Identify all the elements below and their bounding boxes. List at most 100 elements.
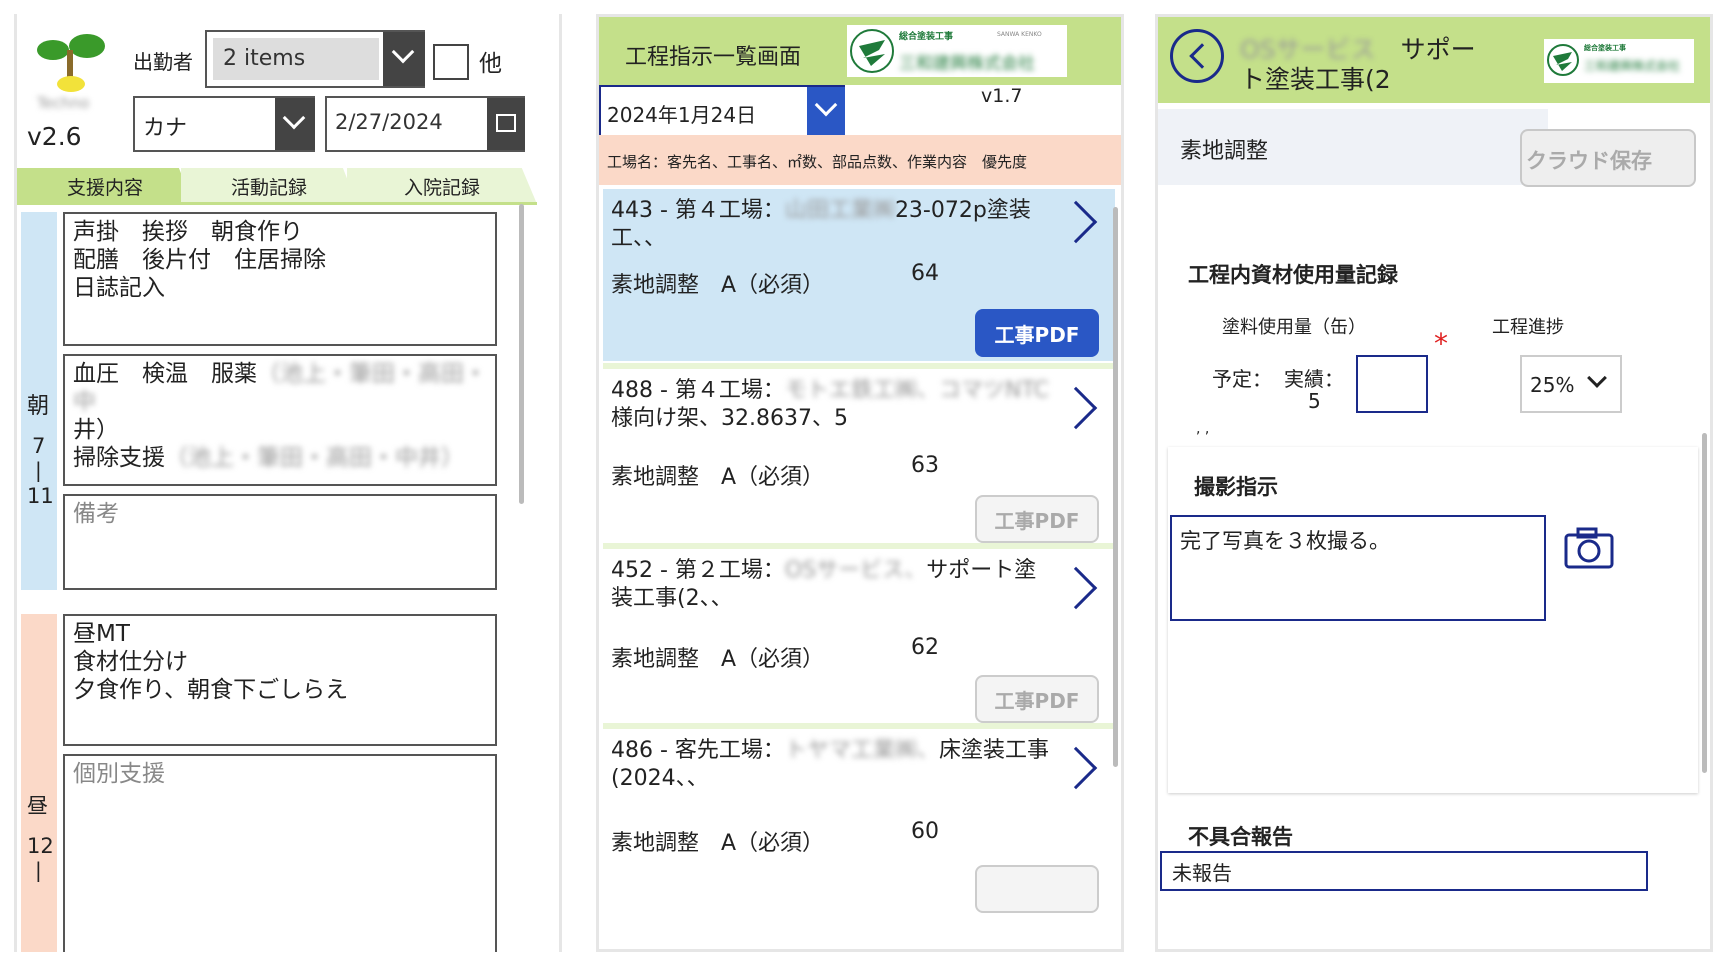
morning-sep: | xyxy=(35,458,42,482)
item-priority: 62 xyxy=(911,635,939,660)
attendee-dropdown-button[interactable] xyxy=(383,32,425,86)
kana-dropdown-button[interactable] xyxy=(275,98,315,150)
scrollbar[interactable] xyxy=(1702,433,1707,773)
date-dropdown-button[interactable] xyxy=(807,87,845,135)
noon-tasks-box[interactable]: 昼MT 食材仕分け 夕食作り、朝食下ごしらえ xyxy=(63,614,497,746)
scrollbar[interactable] xyxy=(519,204,524,504)
task-label: 素地調整 xyxy=(1180,139,1269,164)
paint-usage-label: 塗料使用量（缶） xyxy=(1222,317,1366,338)
app-version: v2.6 xyxy=(27,122,82,151)
actual-usage-input[interactable] xyxy=(1356,355,1428,413)
item-title: 488 - 第４工場： xyxy=(611,378,785,403)
chevron-right-icon[interactable] xyxy=(1054,386,1098,430)
company-en: SANWA KENKO xyxy=(997,31,1042,38)
pdf-button[interactable] xyxy=(975,865,1099,913)
text-line: 配膳 後片付 住居掃除 xyxy=(73,247,326,273)
chevron-down-icon xyxy=(282,106,306,130)
date-value: 2024年1月24日 xyxy=(607,103,757,127)
cloud-save-button[interactable]: クラウド保存 xyxy=(1520,129,1696,187)
progress-label: 工程進捗 xyxy=(1492,317,1564,338)
detail-title: OSサービス サポー ト塗装工事(2 xyxy=(1240,35,1490,95)
photo-card: 撮影指示 完了写真を３枚撮る。 xyxy=(1168,447,1698,793)
scrollbar[interactable] xyxy=(1113,207,1118,767)
tab-activity-record[interactable]: 活動記録 xyxy=(181,168,357,204)
title-line-1: サポー xyxy=(1400,35,1476,64)
app-logo: Techno xyxy=(31,24,111,112)
list-item[interactable]: 452 - 第２工場：OSサービス、サポート塗装工事(2、、 素地調整 A（必須… xyxy=(603,549,1115,723)
redacted-client: OSサービス、 xyxy=(784,558,927,583)
date-picker[interactable]: 2/27/2024 xyxy=(325,96,525,152)
item-title: 443 - 第４工場： xyxy=(611,198,785,223)
morning-notes-input[interactable]: 備考 xyxy=(63,494,497,590)
item-task: 素地調整 A（必須） xyxy=(611,273,825,298)
tab-underline xyxy=(17,202,537,205)
attendee-label: 出勤者 xyxy=(133,50,193,74)
pdf-button[interactable]: 工事PDF xyxy=(975,495,1099,543)
morning-health-box[interactable]: 血圧 検温 服薬（池上・筆田・高田・中 井） 掃除支援（池上・筆田・高田・中井） xyxy=(63,354,497,486)
chevron-left-icon xyxy=(1189,43,1215,69)
text-line: 食材仕分け xyxy=(73,649,188,675)
individual-support-input[interactable]: 個別支援 xyxy=(63,754,497,952)
item-title: 452 - 第２工場： xyxy=(611,558,785,583)
noon-label: 昼 xyxy=(27,794,48,818)
morning-label: 朝 xyxy=(27,394,50,419)
notes-placeholder: 備考 xyxy=(73,501,119,527)
tab-support-content[interactable]: 支援内容 xyxy=(17,168,193,204)
columns-text: 工場名：客先名、工事名、㎡数、部品点数、作業内容 優先度 xyxy=(607,153,1028,171)
kana-select[interactable]: カナ xyxy=(133,96,315,152)
chevron-right-icon[interactable] xyxy=(1054,566,1098,610)
noon-start: 12 xyxy=(27,834,54,858)
item-task: 素地調整 A（必須） xyxy=(611,465,825,490)
calendar-icon xyxy=(496,114,516,132)
text-line: 昼MT xyxy=(73,621,130,647)
pdf-button[interactable]: 工事PDF xyxy=(975,309,1099,357)
company-name: 三和建興株式会社 xyxy=(1584,59,1681,73)
actual-label: 実績： xyxy=(1284,367,1344,391)
calendar-button[interactable] xyxy=(487,98,525,150)
header-bar: 工程指示一覧画面 総合塗装工事 SANWA KENKO 三和建興株式会社 xyxy=(599,17,1121,85)
company-small: 総合塗装工事 xyxy=(1584,44,1626,52)
header-bar: OSサービス サポー ト塗装工事(2 総合塗装工事 三和建興株式会社 xyxy=(1158,17,1710,103)
redacted-client: 山田工業㈱ xyxy=(784,198,895,223)
progress-select[interactable]: 25% xyxy=(1520,355,1622,413)
item-task: 素地調整 A（必須） xyxy=(611,647,825,672)
plan-value: 5 xyxy=(1308,389,1321,413)
tab-hospital-record[interactable]: 入院記録 xyxy=(347,168,537,204)
attendee-combobox[interactable]: 2 items xyxy=(205,30,425,88)
pdf-button[interactable]: 工事PDF xyxy=(975,675,1099,723)
redacted-client: OSサービス xyxy=(1240,35,1376,64)
company-logo: 総合塗装工事 SANWA KENKO 三和建興株式会社 xyxy=(847,25,1067,77)
chevron-right-icon[interactable] xyxy=(1054,200,1098,244)
list-item[interactable]: 443 - 第４工場：山田工業㈱23-072p塗装工、、 素地調整 A（必須） … xyxy=(603,189,1115,361)
company-small: 総合塗装工事 xyxy=(899,32,954,42)
list-item[interactable]: 486 - 客先工場：トヤマ工業㈱、床塗装工事(2024、、 素地調整 A（必須… xyxy=(603,729,1115,949)
required-mark: * xyxy=(1434,327,1448,360)
morning-time-bar: 朝 7 | 11 xyxy=(21,212,57,590)
support-record-panel: Techno v2.6 出勤者 2 items 他 カナ 2/27/2024 支… xyxy=(14,14,562,952)
text-line: 掃除支援 xyxy=(73,445,165,471)
back-button[interactable] xyxy=(1170,29,1224,83)
tab-label: 活動記録 xyxy=(230,176,307,199)
chevron-down-icon xyxy=(1587,368,1607,388)
photo-instructions-box[interactable]: 完了写真を３枚撮る。 xyxy=(1170,515,1546,621)
chevron-right-icon[interactable] xyxy=(1054,746,1098,790)
tab-label: 入院記録 xyxy=(403,176,480,199)
text-line: 井） xyxy=(73,417,119,443)
chevron-down-icon xyxy=(391,40,415,64)
defect-input[interactable]: 未報告 xyxy=(1160,851,1648,891)
stray-text: , , xyxy=(1196,421,1210,437)
other-checkbox[interactable] xyxy=(433,44,469,80)
kana-value: カナ xyxy=(143,116,188,141)
list-item[interactable]: 488 - 第４工場：モトエ鉄工㈱、コマツNTC 様向け架、32.8637、5 素… xyxy=(603,369,1115,543)
redacted-client: トヤマ工業㈱、 xyxy=(784,738,939,763)
defect-title: 不具合報告 xyxy=(1188,825,1293,849)
date-picker[interactable]: 2024年1月24日 xyxy=(599,85,845,137)
morning-tasks-box[interactable]: 声掛 挨拶 朝食作り 配膳 後片付 住居掃除 日誌記入 xyxy=(63,212,497,346)
app-version: v1.7 xyxy=(981,85,1023,107)
chevron-down-icon xyxy=(814,93,838,117)
morning-end: 11 xyxy=(27,484,54,508)
date-value: 2/27/2024 xyxy=(335,110,443,134)
company-logo: 総合塗装工事 三和建興株式会社 xyxy=(1544,39,1694,83)
task-label-box: 素地調整 xyxy=(1158,109,1548,185)
camera-icon[interactable] xyxy=(1564,527,1614,569)
